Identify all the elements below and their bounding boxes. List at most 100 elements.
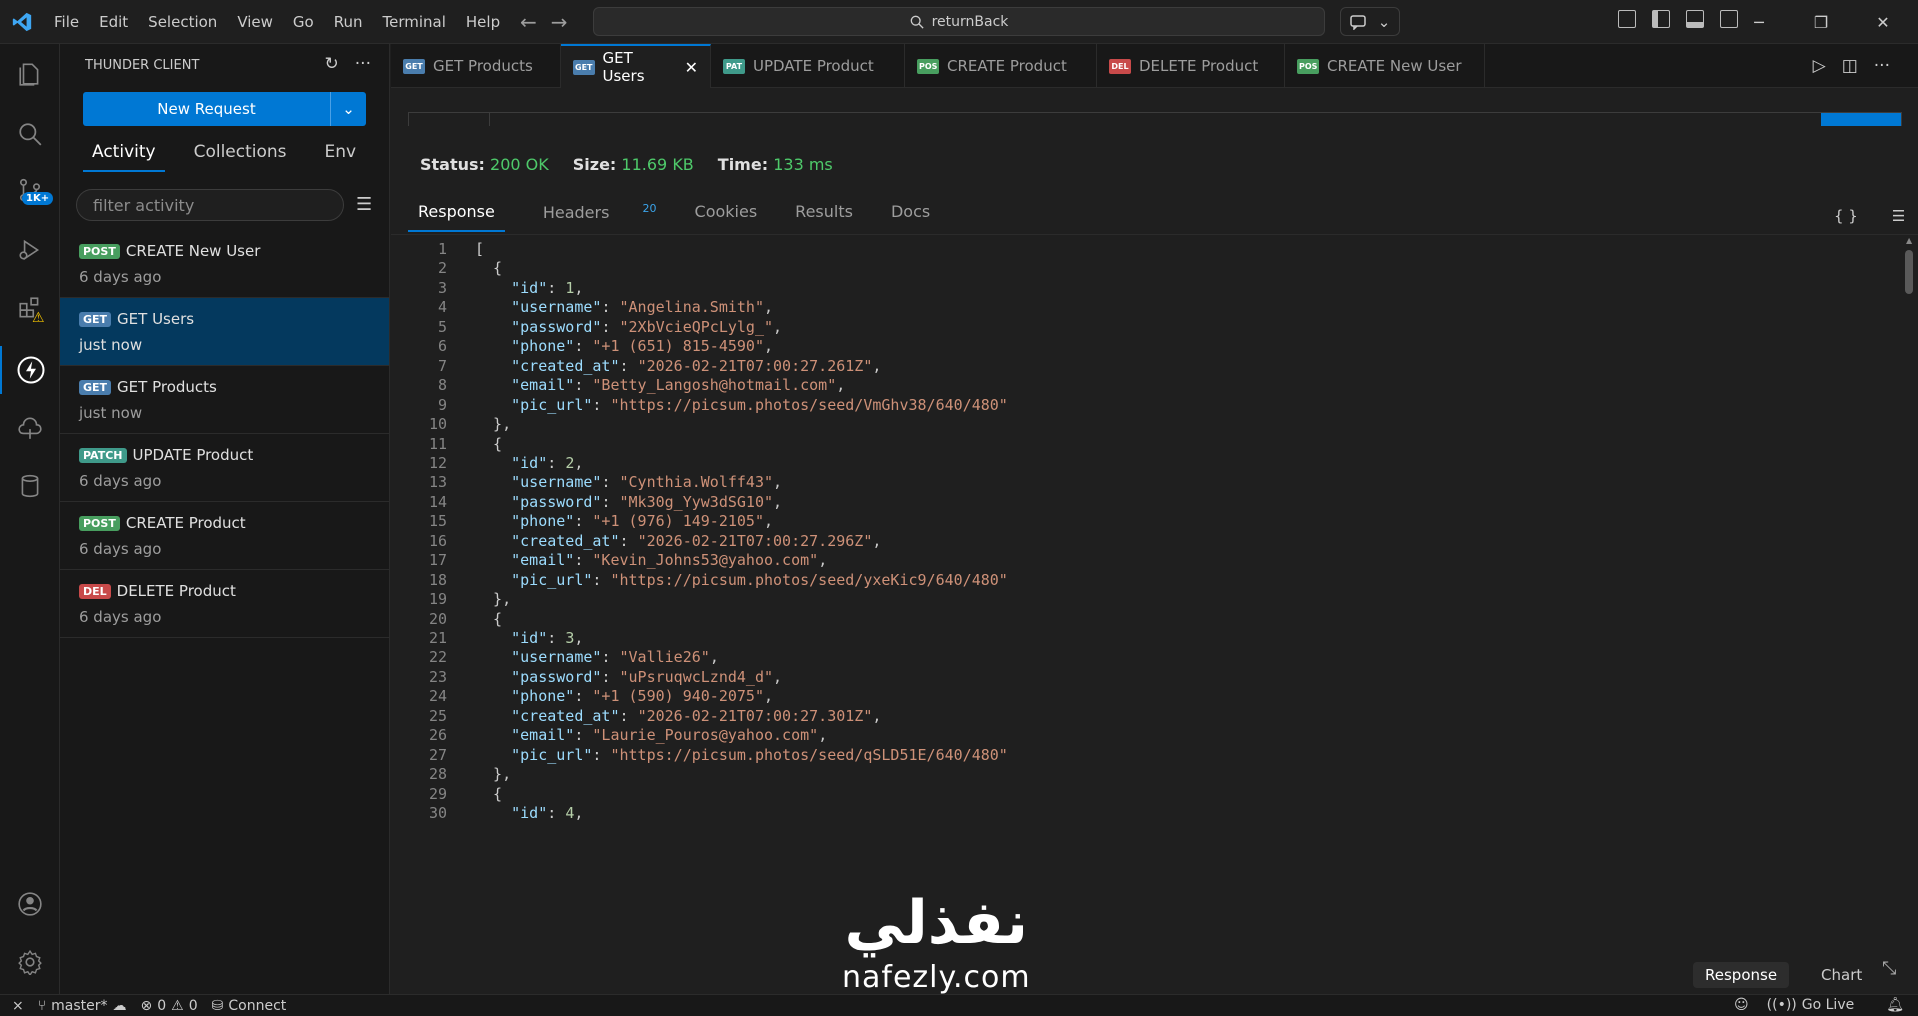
- split-editor-icon[interactable]: ◫: [1842, 56, 1858, 76]
- watermark-arabic: نفذلي: [844, 888, 1029, 958]
- menu-help[interactable]: Help: [456, 13, 510, 31]
- filter-menu-icon[interactable]: ☰: [356, 194, 372, 215]
- settings-gear-icon[interactable]: [0, 938, 60, 986]
- code-line: "username": "Cynthia.Wolff43",: [511, 473, 783, 492]
- copilot-status-icon[interactable]: ☺: [1734, 997, 1749, 1013]
- account-icon[interactable]: [0, 880, 60, 928]
- explorer-icon[interactable]: [0, 50, 60, 98]
- connect-label: Connect: [228, 997, 287, 1014]
- tab-results[interactable]: Results: [785, 202, 863, 232]
- send-button-edge[interactable]: [1821, 113, 1901, 126]
- code-line: "pic_url": "https://picsum.photos/seed/V…: [511, 395, 1008, 414]
- code-line: "password": "2XbVcieQPcLylg_",: [511, 317, 783, 336]
- refresh-icon[interactable]: ↻: [325, 54, 339, 74]
- view-chart-button[interactable]: Chart: [1809, 962, 1874, 988]
- line-number: 15: [428, 512, 447, 531]
- menu-view[interactable]: View: [227, 13, 283, 31]
- list-item[interactable]: GET GET Products just now: [60, 366, 389, 434]
- problems-indicator[interactable]: ⊗ 0 ⚠ 0: [141, 998, 198, 1014]
- warning-icon: ⚠: [171, 997, 184, 1014]
- more-actions-icon[interactable]: ···: [355, 54, 371, 74]
- filter-activity-input[interactable]: filter activity: [76, 189, 344, 221]
- chevron-down-icon[interactable]: ⌄: [331, 92, 366, 126]
- back-arrow-icon[interactable]: ←: [520, 10, 537, 34]
- menu-lines-icon[interactable]: ☰: [1892, 207, 1905, 225]
- menu-file[interactable]: File: [44, 13, 89, 31]
- restore-icon[interactable]: ❐: [1790, 0, 1852, 44]
- list-item[interactable]: DEL DELETE Product 6 days ago: [60, 570, 389, 638]
- time-field: Time: 133 ms: [718, 155, 833, 174]
- menu-edit[interactable]: Edit: [89, 13, 138, 31]
- tab-delete-product[interactable]: DEL DELETE Product: [1097, 44, 1285, 88]
- tab-update-product[interactable]: PAT UPDATE Product: [711, 44, 905, 88]
- thunder-client-icon[interactable]: [0, 346, 60, 394]
- line-number: 30: [428, 804, 447, 823]
- code-line: "email": "Kevin_Johns53@yahoo.com",: [511, 551, 828, 570]
- run-debug-icon[interactable]: [0, 226, 60, 274]
- line-number: 29: [428, 784, 447, 803]
- tab-env[interactable]: Env: [316, 142, 366, 172]
- tab-create-product[interactable]: POS CREATE Product: [905, 44, 1097, 88]
- close-icon[interactable]: ✕: [685, 58, 698, 77]
- search-sidebar-icon[interactable]: [0, 110, 60, 158]
- bell-icon[interactable]: 🔔︎: [1886, 997, 1904, 1013]
- command-center-search[interactable]: returnBack: [593, 7, 1325, 36]
- customize-layout-icon[interactable]: [1618, 10, 1636, 28]
- tab-cookies[interactable]: Cookies: [685, 202, 768, 232]
- tab-get-users[interactable]: GET GET Users ✕: [561, 44, 711, 88]
- toggle-primary-sidebar-icon[interactable]: [1652, 10, 1670, 28]
- view-response-button[interactable]: Response: [1693, 962, 1790, 988]
- menu-go[interactable]: Go: [283, 13, 324, 31]
- list-item[interactable]: POST CREATE New User 6 days ago: [60, 230, 389, 298]
- code-line: {: [475, 434, 503, 453]
- response-body-editor[interactable]: 1 [2 {3 "id": 1, 4 "username": "Angelina.S…: [391, 236, 1903, 956]
- sync-icon: ☁: [112, 997, 127, 1014]
- line-number: 14: [428, 492, 447, 511]
- remote-explorer-icon[interactable]: [0, 404, 60, 452]
- headers-label: Headers: [542, 203, 610, 223]
- request-tab-icon: GET: [573, 59, 595, 75]
- code-line: "id": 3,: [511, 629, 584, 647]
- tab-create-new-user[interactable]: POS CREATE New User: [1285, 44, 1485, 88]
- vertical-scrollbar[interactable]: [1905, 250, 1913, 294]
- list-item[interactable]: POST CREATE Product 6 days ago: [60, 502, 389, 570]
- menu-run[interactable]: Run: [324, 13, 373, 31]
- tab-response[interactable]: Response: [408, 202, 505, 232]
- minimize-icon[interactable]: ─: [1728, 0, 1790, 44]
- source-control-icon[interactable]: 1K+: [0, 166, 60, 214]
- tab-headers[interactable]: Headers 20: [523, 202, 667, 232]
- request-time: just now: [79, 404, 143, 422]
- forward-arrow-icon[interactable]: →: [551, 10, 568, 34]
- tab-get-products[interactable]: GET GET Products: [391, 44, 561, 88]
- request-time: 6 days ago: [79, 472, 162, 490]
- remote-indicator-icon[interactable]: ⨯: [12, 998, 24, 1014]
- new-request-button[interactable]: New Request ⌄: [83, 92, 366, 126]
- toggle-panel-icon[interactable]: [1686, 10, 1704, 28]
- copilot-button[interactable]: ⌄: [1340, 7, 1400, 36]
- sidebar-actions: ↻ ···: [325, 54, 371, 74]
- request-time: 6 days ago: [79, 608, 162, 626]
- menu-terminal[interactable]: Terminal: [373, 13, 456, 31]
- tab-label: DELETE Product: [1139, 57, 1259, 75]
- list-item[interactable]: GET GET Users just now: [60, 298, 389, 366]
- run-icon[interactable]: ▷: [1813, 56, 1826, 76]
- time-label: Time:: [717, 155, 769, 174]
- list-item[interactable]: PATCH UPDATE Product 6 days ago: [60, 434, 389, 502]
- go-live-button[interactable]: ((•)) Go Live: [1767, 997, 1855, 1013]
- extensions-icon[interactable]: ⚠: [0, 284, 60, 332]
- database-icon[interactable]: [0, 462, 60, 510]
- close-window-icon[interactable]: ✕: [1852, 0, 1914, 44]
- tab-docs[interactable]: Docs: [881, 202, 940, 232]
- format-braces-icon[interactable]: { }: [1834, 207, 1858, 225]
- code-line: },: [475, 415, 512, 434]
- branch-indicator[interactable]: ⑂ master* ☁: [38, 998, 127, 1014]
- expand-icon[interactable]: ⤡: [1882, 958, 1896, 979]
- tab-activity[interactable]: Activity: [83, 142, 165, 172]
- connect-button[interactable]: ⛁ Connect: [212, 998, 287, 1014]
- tab-collections[interactable]: Collections: [185, 142, 296, 172]
- more-actions-icon[interactable]: ···: [1874, 56, 1890, 76]
- headers-count: 20: [642, 202, 657, 215]
- menu-selection[interactable]: Selection: [138, 13, 227, 31]
- new-request-label[interactable]: New Request: [83, 92, 331, 126]
- scroll-up-arrow-icon[interactable]: ▲: [1906, 236, 1912, 245]
